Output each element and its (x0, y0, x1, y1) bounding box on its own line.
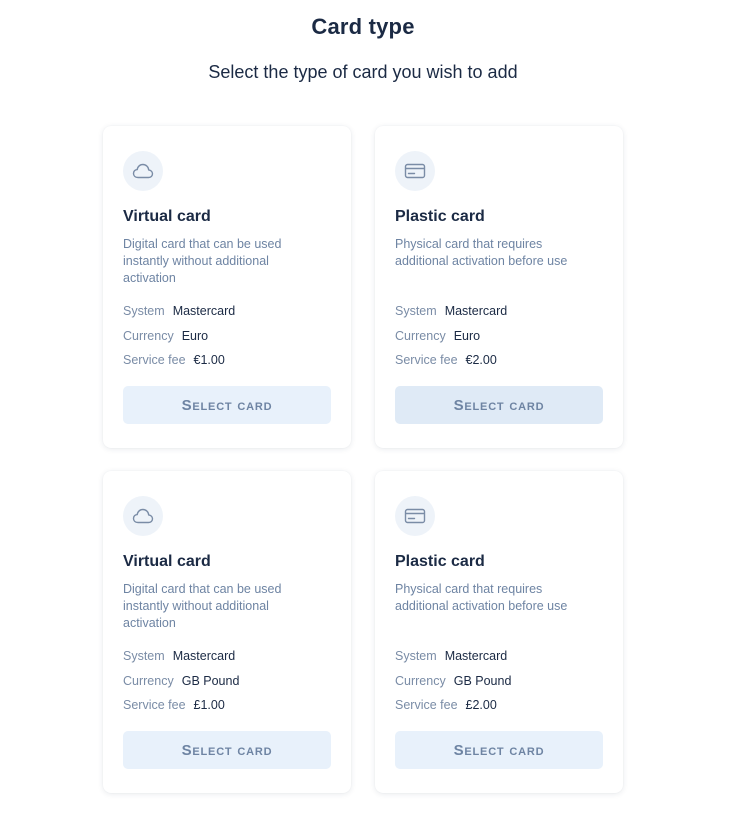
credit-card-icon (395, 151, 435, 191)
card-description: Digital card that can be used instantly … (123, 237, 282, 285)
spec-value: Mastercard (444, 304, 508, 318)
spec-system: System Mastercard (123, 303, 235, 328)
spec-value: €1.00 (193, 353, 225, 367)
spec-value: Mastercard (172, 649, 236, 663)
page-title: Card type (311, 14, 415, 39)
spec-label: Currency (123, 673, 174, 688)
card-specs: System Mastercard Currency Euro Service fe… (395, 303, 507, 377)
card-specs: System Mastercard Currency GB Pound Servic… (395, 648, 511, 722)
spec-label: System (395, 649, 437, 663)
spec-service-fee: Service fee €2.00 (395, 352, 507, 377)
spec-value: Mastercard (444, 649, 508, 663)
spec-system: System Mastercard (395, 303, 507, 328)
spec-label: Currency (395, 673, 446, 688)
spec-service-fee: Service fee £2.00 (395, 697, 511, 722)
spec-value: GB Pound (453, 673, 512, 688)
card-option-virtual-gbp: Virtual card Digital card that can be us… (103, 471, 351, 793)
spec-label: System (395, 304, 437, 318)
spec-value: GB Pound (181, 673, 240, 688)
spec-value: Mastercard (172, 304, 236, 318)
card-description: Digital card that can be used instantly … (123, 582, 282, 630)
spec-service-fee: Service fee £1.00 (123, 697, 239, 722)
spec-label: Service fee (395, 353, 458, 367)
card-title: Virtual card (123, 553, 211, 570)
card-description: Physical card that requires additional a… (395, 582, 568, 613)
card-option-virtual-euro: Virtual card Digital card that can be us… (103, 126, 351, 448)
spec-label: Service fee (123, 353, 186, 367)
card-type-grid: Virtual card Digital card that can be us… (103, 126, 623, 793)
spec-currency: Currency GB Pound (123, 673, 239, 698)
card-specs: System Mastercard Currency GB Pound Servic… (123, 648, 239, 722)
spec-currency: Currency GB Pound (395, 673, 511, 698)
spec-value: £2.00 (465, 698, 497, 712)
spec-service-fee: Service fee €1.00 (123, 352, 235, 377)
card-title: Virtual card (123, 208, 211, 225)
spec-value: Euro (453, 328, 481, 343)
card-option-plastic-euro: Plastic card Physical card that requires… (375, 126, 623, 448)
spec-label: Currency (395, 328, 446, 343)
spec-currency: Currency Euro (395, 328, 507, 353)
credit-card-icon (395, 496, 435, 536)
spec-label: Service fee (123, 698, 186, 712)
spec-system: System Mastercard (123, 648, 239, 673)
card-specs: System Mastercard Currency Euro Service fe… (123, 303, 235, 377)
card-option-plastic-gbp: Plastic card Physical card that requires… (375, 471, 623, 793)
page-subtitle: Select the type of card you wish to add (208, 62, 518, 82)
spec-label: Service fee (395, 698, 458, 712)
spec-value: €2.00 (465, 353, 497, 367)
spec-label: System (123, 649, 165, 663)
card-title: Plastic card (395, 553, 485, 570)
spec-label: System (123, 304, 165, 318)
spec-label: Currency (123, 328, 174, 343)
select-card-button[interactable]: Select card (123, 386, 331, 424)
spec-value: Euro (181, 328, 209, 343)
cloud-icon (123, 496, 163, 536)
spec-value: £1.00 (193, 698, 225, 712)
cloud-icon (123, 151, 163, 191)
spec-currency: Currency Euro (123, 328, 235, 353)
select-card-button[interactable]: Select card (123, 731, 331, 769)
select-card-button[interactable]: Select card (395, 731, 603, 769)
card-description: Physical card that requires additional a… (395, 237, 568, 268)
select-card-button[interactable]: Select card (395, 386, 603, 424)
card-title: Plastic card (395, 208, 485, 225)
spec-system: System Mastercard (395, 648, 511, 673)
